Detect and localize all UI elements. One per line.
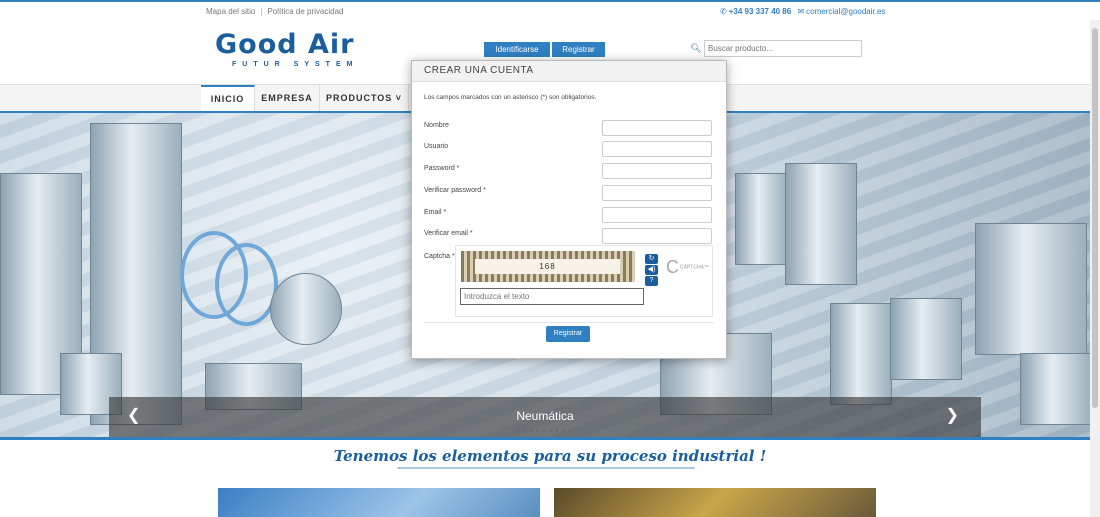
captcha-text: 168 bbox=[475, 259, 620, 274]
modal-title: CREAR UNA CUENTA bbox=[412, 61, 726, 82]
field-label: Email * bbox=[424, 209, 447, 216]
form-row-verify-email: Verificar email * bbox=[424, 228, 714, 244]
submit-register-button[interactable]: Registrar bbox=[546, 326, 590, 342]
tagline: Tenemos los elementos para su proceso in… bbox=[333, 447, 767, 465]
nombre-input[interactable] bbox=[602, 120, 712, 136]
password-input[interactable] bbox=[602, 163, 712, 179]
captcha-image: 168 bbox=[461, 251, 635, 282]
form-row-verify-password: Verificar password * bbox=[424, 185, 714, 201]
verify-email-input[interactable] bbox=[602, 228, 712, 244]
modal-divider bbox=[424, 322, 714, 323]
field-label: Captcha * bbox=[424, 253, 455, 260]
product-image bbox=[830, 303, 892, 405]
product-image bbox=[975, 223, 1087, 355]
field-label: Verificar password * bbox=[424, 187, 486, 194]
category-image[interactable] bbox=[218, 488, 540, 517]
form-row-email: Email * bbox=[424, 207, 714, 223]
field-label: Usuario bbox=[424, 143, 449, 150]
logo[interactable]: Good Air FUTUR SYSTEM bbox=[215, 30, 365, 76]
product-image bbox=[735, 173, 787, 265]
captcha-brand-text: CAPTCHA™ bbox=[680, 264, 709, 271]
nav-item-empresa[interactable]: EMPRESA bbox=[255, 85, 320, 111]
register-modal: CREAR UNA CUENTA Los campos marcados con… bbox=[411, 60, 727, 359]
field-label: Verificar email * bbox=[424, 230, 473, 237]
verify-password-input[interactable] bbox=[602, 185, 712, 201]
slider-dots[interactable]: ● ● ● ● ● ● ● ● ● bbox=[517, 428, 572, 434]
phone-number[interactable]: +34 93 337 40 86 bbox=[729, 7, 792, 16]
product-image bbox=[785, 163, 857, 285]
field-label: Password * bbox=[424, 165, 460, 172]
help-icon[interactable]: ? bbox=[645, 276, 658, 286]
refresh-icon[interactable]: ↻ bbox=[645, 254, 658, 264]
envelope-icon: ✉ bbox=[797, 7, 805, 16]
required-note: Los campos marcados con un asterisco (*)… bbox=[424, 94, 597, 101]
form-row-usuario: Usuario bbox=[424, 141, 714, 157]
nav-item-productos[interactable]: PRODUCTOS ˅ bbox=[320, 85, 409, 111]
captcha-widget: 168 ↻ ◀) ? CCAPTCHA™ bbox=[455, 245, 713, 317]
contact-info: ✆ +34 93 337 40 86 ✉ comercial@goodair.es bbox=[720, 7, 885, 16]
tagline-underline bbox=[397, 467, 695, 469]
email-input[interactable] bbox=[602, 207, 712, 223]
logo-text: Good Air bbox=[215, 29, 355, 60]
search-input[interactable] bbox=[704, 40, 862, 57]
captcha-logo-icon: C bbox=[666, 257, 679, 277]
privacy-link[interactable]: Política de privacidad bbox=[267, 7, 343, 16]
product-image bbox=[270, 273, 342, 345]
page-scrollbar[interactable] bbox=[1090, 20, 1100, 517]
captcha-input[interactable] bbox=[460, 288, 644, 305]
form-row-nombre: Nombre bbox=[424, 120, 714, 136]
form-row-password: Password * bbox=[424, 163, 714, 179]
captcha-logo: CCAPTCHA™ bbox=[666, 256, 710, 278]
usuario-input[interactable] bbox=[602, 141, 712, 157]
scrollbar-thumb[interactable] bbox=[1092, 28, 1098, 408]
logo-subtitle: FUTUR SYSTEM bbox=[232, 61, 359, 68]
field-label: Nombre bbox=[424, 122, 449, 129]
product-image bbox=[215, 243, 278, 326]
sitemap-link[interactable]: Mapa del sitio bbox=[206, 7, 255, 16]
slide-caption: Neumática bbox=[516, 409, 574, 423]
slider-next-icon[interactable]: ❯ bbox=[946, 405, 959, 425]
top-bar: Mapa del sitio | Política de privacidad ✆ +… bbox=[0, 0, 1100, 23]
product-image bbox=[1020, 353, 1092, 425]
link-separator: | bbox=[260, 7, 263, 16]
register-button[interactable]: Registrar bbox=[552, 42, 605, 57]
email-link[interactable]: comercial@goodair.es bbox=[806, 7, 885, 16]
login-button[interactable]: Identificarse bbox=[484, 42, 550, 57]
category-image[interactable] bbox=[554, 488, 876, 517]
phone-icon: ✆ bbox=[720, 7, 727, 16]
top-links: Mapa del sitio | Política de privacidad bbox=[206, 7, 343, 16]
nav-item-inicio[interactable]: INICIO bbox=[201, 85, 255, 111]
product-image bbox=[890, 298, 962, 380]
audio-icon[interactable]: ◀) bbox=[645, 265, 658, 275]
search-icon[interactable]: 🔍︎ bbox=[690, 43, 702, 55]
